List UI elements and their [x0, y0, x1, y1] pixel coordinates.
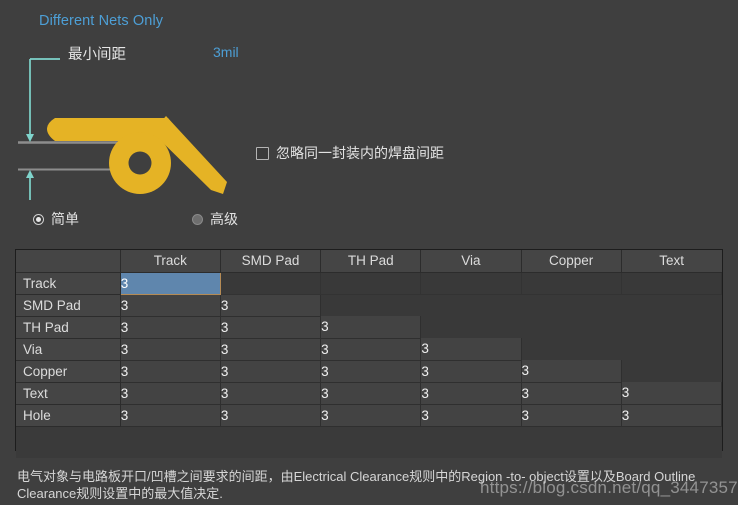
matrix-body: Track 3 SMD Pad 3 3 TH Pad 3 3 3 Via 3 3 3 3 Copper 3 3 3… [16, 271, 723, 458]
matrix-cell-empty [621, 360, 722, 382]
matrix-cell-empty [420, 272, 522, 295]
matrix-cell[interactable]: 3 [521, 404, 622, 427]
matrix-cell[interactable]: 3 [420, 338, 522, 361]
matrix-cell[interactable]: 3 [621, 404, 723, 427]
matrix-cell-empty [521, 338, 622, 360]
matrix-cell[interactable]: 3 [521, 382, 622, 405]
ignore-same-footprint-checkbox-row[interactable]: 忽略同一封装内的焊盘间距 [256, 146, 444, 160]
matrix-spacer-cell [120, 426, 221, 458]
matrix-row-header[interactable]: Via [16, 338, 121, 361]
matrix-cell-empty [320, 294, 421, 316]
matrix-cell[interactable]: 3 [220, 404, 322, 427]
matrix-cell[interactable]: 3 [220, 382, 322, 405]
matrix-cell[interactable]: 3 [320, 316, 422, 339]
mode-radio-advanced[interactable]: 高级 [192, 212, 238, 226]
matrix-cell[interactable]: 3 [320, 338, 422, 361]
matrix-cell-empty [220, 272, 322, 295]
matrix-cell[interactable]: 3 [120, 382, 221, 405]
clearance-matrix: Track SMD Pad TH Pad Via Copper Text Track 3 SM… [15, 249, 723, 458]
matrix-row: Via 3 3 3 3 [16, 338, 722, 361]
ignore-same-footprint-label: 忽略同一封装内的焊盘间距 [276, 145, 444, 161]
matrix-cell[interactable]: 3 [120, 294, 221, 317]
rule-description-text: 电气对象与电路板开口/凹槽之间要求的间距，由Electrical Clearan… [17, 469, 696, 501]
matrix-cell-empty [621, 338, 722, 360]
matrix-cell-empty [320, 272, 422, 295]
matrix-spacer-cell [220, 426, 321, 458]
matrix-spacer-cell [320, 426, 421, 458]
matrix-cell-empty [521, 316, 622, 338]
matrix-cell[interactable]: 3 [220, 316, 322, 339]
matrix-cell-empty [420, 294, 522, 316]
matrix-cell[interactable]: 3 [220, 360, 322, 383]
matrix-cell[interactable]: 3 [220, 294, 322, 317]
matrix-cell[interactable]: 3 [320, 404, 422, 427]
th-pad-hole [128, 151, 152, 175]
matrix-cell[interactable]: 3 [420, 360, 522, 383]
matrix-cell[interactable]: 3 [521, 360, 622, 383]
matrix-spacer-cell [16, 426, 121, 458]
matrix-col-header[interactable]: Copper [521, 250, 622, 273]
matrix-row-header[interactable]: Copper [16, 360, 121, 383]
matrix-row: Hole 3 3 3 3 3 3 [16, 404, 723, 427]
dimension-down-arrowhead [26, 134, 34, 142]
matrix-corner-cell [16, 250, 121, 273]
matrix-cell-empty [621, 272, 723, 295]
matrix-spacer-row [16, 426, 722, 458]
matrix-cell-empty [621, 316, 722, 338]
matrix-col-header[interactable]: Text [621, 250, 722, 273]
matrix-cell[interactable]: 3 [120, 360, 221, 383]
matrix-header-row: Track SMD Pad TH Pad Via Copper Text [16, 250, 722, 273]
matrix-row: Text 3 3 3 3 3 3 [16, 382, 723, 405]
matrix-row: SMD Pad 3 3 [16, 294, 722, 317]
matrix-row: Track 3 [16, 271, 723, 295]
matrix-spacer-cell [621, 426, 722, 458]
dimension-up-arrowhead [26, 170, 34, 178]
matrix-row: Copper 3 3 3 3 3 [16, 360, 722, 383]
matrix-cell-empty [420, 316, 522, 338]
mode-radio-simple[interactable]: 简单 [33, 212, 79, 226]
matrix-cell-empty [621, 294, 722, 316]
matrix-spacer-cell [521, 426, 622, 458]
matrix-cell[interactable]: 3 [320, 382, 422, 405]
matrix-col-header[interactable]: Track [120, 250, 221, 273]
matrix-cell[interactable]: 3 [220, 338, 322, 361]
matrix-row-header[interactable]: Track [16, 272, 121, 295]
matrix-row-header[interactable]: Text [16, 382, 121, 405]
checkbox-icon[interactable] [256, 146, 269, 160]
matrix-cell-selected[interactable]: 3 [119, 271, 221, 295]
mode-simple-label: 简单 [51, 211, 79, 227]
matrix-cell[interactable]: 3 [420, 404, 522, 427]
matrix-cell[interactable]: 3 [320, 360, 422, 383]
matrix-cell[interactable]: 3 [120, 338, 221, 361]
matrix-cell[interactable]: 3 [420, 382, 522, 405]
min-gap-label: 最小间距 [68, 47, 126, 63]
matrix-spacer-cell [420, 426, 522, 458]
mode-advanced-label: 高级 [210, 211, 238, 227]
matrix-cell[interactable]: 3 [120, 404, 221, 427]
matrix-cell-empty [521, 294, 622, 316]
matrix-row-header[interactable]: Hole [16, 404, 121, 427]
matrix-col-header[interactable]: TH Pad [320, 250, 422, 273]
radio-selected-icon[interactable] [33, 213, 44, 225]
clearance-preview-graphic [0, 40, 260, 205]
matrix-col-header[interactable]: SMD Pad [220, 250, 322, 273]
matrix-cell[interactable]: 3 [120, 316, 221, 339]
radio-unselected-icon[interactable] [192, 213, 203, 225]
matrix-col-header[interactable]: Via [420, 250, 522, 273]
page-title[interactable]: Different Nets Only [39, 13, 163, 29]
matrix-row: TH Pad 3 3 3 [16, 316, 722, 339]
matrix-row-header[interactable]: TH Pad [16, 316, 121, 339]
rule-editor-panel: Different Nets Only 最小间距 3mil 忽略同一封装内的焊盘… [0, 0, 738, 505]
matrix-cell[interactable]: 3 [621, 382, 723, 405]
matrix-cell-empty [521, 272, 622, 295]
matrix-row-header[interactable]: SMD Pad [16, 294, 121, 317]
gap-value-label[interactable]: 3mil [213, 44, 239, 60]
